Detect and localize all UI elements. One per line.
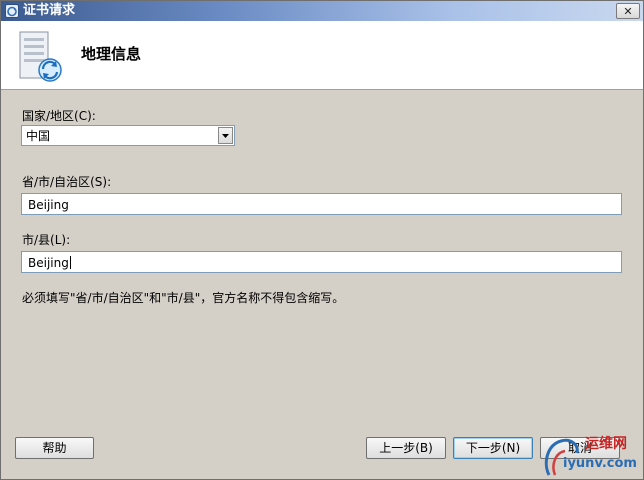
page-title: 地理信息: [81, 45, 142, 63]
certificate-request-window: 证书请求 ✕ 地理信息 国家/地区(C): 中国 省/市/自治区(S): Bei…: [0, 0, 644, 480]
certificate-server-icon: [19, 31, 62, 82]
next-button[interactable]: 下一步(N): [453, 437, 533, 459]
close-button[interactable]: ✕: [616, 3, 640, 19]
window-title: 证书请求: [23, 3, 76, 18]
dropdown-arrow-button[interactable]: [218, 127, 233, 144]
wizard-header: 地理信息: [1, 21, 643, 90]
country-select[interactable]: 中国: [21, 125, 235, 146]
country-selected-value: 中国: [26, 129, 51, 143]
province-label: 省/市/自治区(S):: [22, 175, 112, 189]
help-button[interactable]: 帮助: [15, 437, 94, 459]
required-fields-note: 必须填写"省/市/自治区"和"市/县"，官方名称不得包含缩写。: [22, 291, 345, 305]
province-input-value: Beijing: [28, 198, 69, 212]
city-input[interactable]: Beijing: [21, 251, 622, 273]
cancel-button[interactable]: 取消: [540, 437, 620, 459]
city-input-value: Beijing: [28, 256, 69, 270]
back-button[interactable]: 上一步(B): [366, 437, 446, 459]
close-icon: ✕: [623, 4, 633, 18]
text-caret: [69, 256, 71, 269]
title-bar[interactable]: 证书请求 ✕: [1, 1, 643, 21]
chevron-down-icon: [222, 133, 229, 138]
city-label: 市/县(L):: [22, 233, 71, 247]
country-label: 国家/地区(C):: [22, 109, 96, 123]
certificate-app-icon: [5, 4, 19, 18]
province-input[interactable]: Beijing: [21, 193, 622, 215]
